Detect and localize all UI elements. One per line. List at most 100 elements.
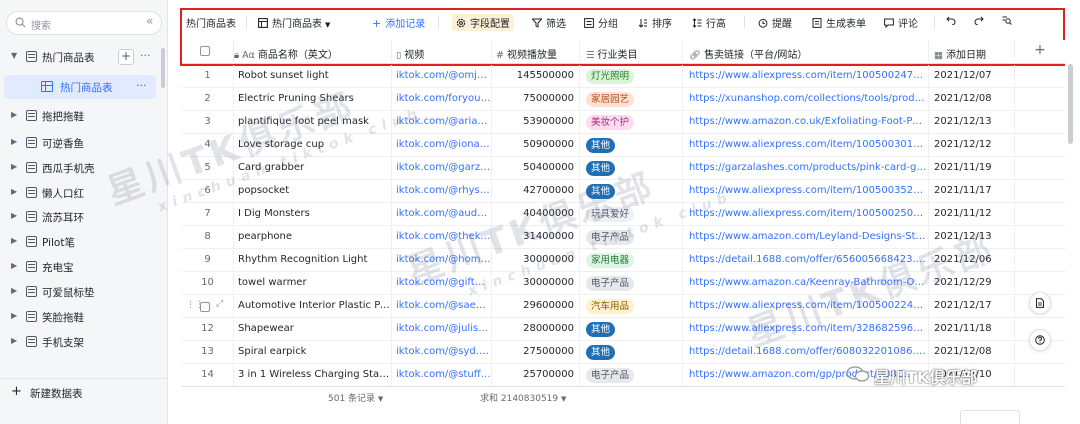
sidebar-item-table[interactable]: ▶ 懒人口红 — [0, 182, 166, 204]
sale-link-cell[interactable]: https://www.aliexpress.com/item/10050022… — [683, 295, 929, 318]
video-link-cell[interactable]: iktok.com/@homeh... — [392, 249, 492, 272]
plays-cell[interactable]: 53900000 — [492, 111, 580, 134]
add-column-button[interactable]: + — [1015, 40, 1065, 64]
comment-button[interactable]: 评论 — [884, 15, 918, 30]
plays-cell[interactable]: 145500000 — [492, 65, 580, 88]
table-row[interactable]: 13 Spiral earpick iktok.com/@syd.dd... 2750… — [182, 341, 1065, 364]
sale-link-cell[interactable]: https://xunanshop.com/collections/tools/… — [683, 88, 929, 111]
table-row[interactable]: 10 towel warmeriktok.com/@giftgen...30000… — [182, 272, 1065, 295]
caret-right-icon[interactable]: ▶ — [11, 336, 17, 345]
product-name-cell[interactable]: pearphone — [234, 226, 392, 249]
video-link-cell[interactable]: iktok.com/@iona95... — [392, 134, 492, 157]
product-name-cell[interactable]: Electric Pruning Shears — [234, 88, 392, 111]
sale-link-cell[interactable]: https://www.aliexpress.com/item/32868259… — [683, 318, 929, 341]
product-name-cell[interactable]: 3 in 1 Wireless Charging Station — [234, 364, 392, 386]
column-header-link[interactable]: 🔗︎ 售卖链接（平台/网站） — [683, 40, 929, 64]
sidebar-item-table[interactable]: ▶ 拖把拖鞋 — [0, 105, 166, 127]
row-checkbox[interactable] — [200, 302, 210, 312]
add-view-button[interactable]: + — [118, 49, 134, 65]
plays-cell[interactable]: 40400000 — [492, 203, 580, 226]
sale-link-cell[interactable]: https://www.amazon.co.uk/Exfoliating-Foo… — [683, 111, 929, 134]
sale-link-cell[interactable]: https://detail.1688.com/offer/6080322010… — [683, 341, 929, 364]
category-cell[interactable]: 其他 — [580, 318, 683, 341]
sidebar-view-active[interactable]: 热门商品表 ··· — [4, 75, 156, 99]
column-header-date[interactable]: ▦ 添加日期 — [929, 40, 1015, 64]
category-cell[interactable]: 玩具爱好 — [580, 203, 683, 226]
group-button[interactable]: 分组 — [584, 15, 618, 30]
product-name-cell[interactable]: Card grabber — [234, 157, 392, 180]
sale-link-cell[interactable]: https://www.amazon.com/Leyland-Designs-S… — [683, 226, 929, 249]
video-link-cell[interactable]: iktok.com/@syd.dd... — [392, 341, 492, 364]
table-row[interactable]: ⋮⋮ ⤢ Automotive Interior Plastic Part... ik… — [182, 295, 1065, 318]
table-row[interactable]: 7 I Dig Monsters iktok.com/@audrey... 40400… — [182, 203, 1065, 226]
caret-right-icon[interactable]: ▶ — [11, 211, 17, 220]
video-link-cell[interactable]: iktok.com/@thekat... — [392, 226, 492, 249]
table-row[interactable]: 12 Shapewear iktok.com/@julissa.... 2800000… — [182, 318, 1065, 341]
undo-button[interactable] — [946, 15, 960, 27]
table-row[interactable]: 5 Card grabberiktok.com/@garzala...504000… — [182, 157, 1065, 180]
product-name-cell[interactable]: towel warmer — [234, 272, 392, 295]
column-header-plays[interactable]: # 视频播放量 — [492, 40, 580, 64]
video-link-cell[interactable]: iktok.com/@omjcre... — [392, 65, 492, 88]
video-link-cell[interactable]: iktok.com/@arianal... — [392, 111, 492, 134]
date-cell[interactable]: 2021/12/06 — [929, 249, 1015, 272]
category-cell[interactable]: 灯光照明 — [580, 65, 683, 88]
date-cell[interactable]: 2021/12/29 — [929, 272, 1015, 295]
video-link-cell[interactable]: iktok.com/@giftgen... — [392, 272, 492, 295]
date-cell[interactable]: 2021/11/18 — [929, 318, 1015, 341]
product-name-cell[interactable]: Love storage cup — [234, 134, 392, 157]
date-cell[interactable]: 2021/12/07 — [929, 65, 1015, 88]
plays-cell[interactable]: 25700000 — [492, 364, 580, 386]
product-name-cell[interactable]: plantifique foot peel mask — [234, 111, 392, 134]
category-cell[interactable]: 汽车用品 — [580, 295, 683, 318]
table-row[interactable]: 8 pearphone iktok.com/@thekat... 31400000 电子… — [182, 226, 1065, 249]
product-name-cell[interactable]: Shapewear — [234, 318, 392, 341]
sidebar-item-table[interactable]: ▶ Pilot笔 — [0, 231, 166, 253]
date-cell[interactable]: 2021/12/13 — [929, 226, 1015, 249]
category-cell[interactable]: 家用电器 — [580, 249, 683, 272]
date-cell[interactable]: 2021/12/12 — [929, 134, 1015, 157]
breadcrumb-table[interactable]: 热门商品表 — [186, 15, 236, 30]
plays-cell[interactable]: 30000000 — [492, 249, 580, 272]
product-name-cell[interactable]: Robot sunset light — [234, 65, 392, 88]
date-cell[interactable]: 2021/12/13 — [929, 111, 1015, 134]
table-row[interactable]: 2 Electric Pruning Shears iktok.com/foryou… — [182, 88, 1065, 111]
expand-row-icon[interactable]: ⤢ — [216, 299, 223, 309]
table-row[interactable]: 9 Rhythm Recognition Light iktok.com/@home… — [182, 249, 1065, 272]
generate-form-button[interactable]: 生成表单 — [812, 15, 866, 30]
grid-scrollbar[interactable] — [1068, 64, 1073, 144]
date-cell[interactable]: 2021/12/17 — [929, 295, 1015, 318]
help-button[interactable] — [1029, 329, 1051, 351]
video-link-cell[interactable]: iktok.com/@saesiii/... — [392, 295, 492, 318]
column-header-video[interactable]: ▯ 视频 — [392, 40, 492, 64]
sale-link-cell[interactable]: https://www.amazon.ca/Keenray-Bathroom-O… — [683, 272, 929, 295]
reminder-button[interactable]: 提醒 — [758, 15, 792, 30]
video-link-cell[interactable]: iktok.com/@julissa.... — [392, 318, 492, 341]
category-cell[interactable]: 电子产品 — [580, 272, 683, 295]
date-cell[interactable]: 2021/12/08 — [929, 88, 1015, 111]
field-config-button[interactable]: 字段配置 — [452, 14, 514, 31]
sum-summary[interactable]: 求和 2140830519 ▼ — [480, 391, 566, 404]
table-row[interactable]: 4 Love storage cup iktok.com/@iona95... 509… — [182, 134, 1065, 157]
caret-right-icon[interactable]: ▶ — [11, 261, 17, 270]
sidebar-item-table[interactable]: ▶ 可逆香鱼 — [0, 132, 166, 154]
table-row[interactable]: 3 plantifique foot peel mask iktok.com/@ar… — [182, 111, 1065, 134]
caret-right-icon[interactable]: ▶ — [11, 311, 17, 320]
plays-cell[interactable]: 28000000 — [492, 318, 580, 341]
more-icon[interactable]: ··· — [140, 49, 151, 62]
document-button[interactable] — [1029, 292, 1051, 314]
product-name-cell[interactable]: Automotive Interior Plastic Part... — [234, 295, 392, 318]
sidebar-item-table[interactable]: ▶ 手机支架 — [0, 331, 166, 353]
video-link-cell[interactable]: iktok.com/foryou?is... — [392, 88, 492, 111]
plays-cell[interactable]: 50900000 — [492, 134, 580, 157]
sidebar-item-table[interactable]: ▶ 笑脸拖鞋 — [0, 306, 166, 328]
caret-down-icon[interactable]: ▼ — [11, 51, 17, 60]
sale-link-cell[interactable]: https://garzalashes.com/products/pink-ca… — [683, 157, 929, 180]
select-all-checkbox[interactable] — [200, 46, 210, 56]
column-header-category[interactable]: ☰ 行业类目 — [580, 40, 683, 64]
product-name-cell[interactable]: Rhythm Recognition Light — [234, 249, 392, 272]
plays-cell[interactable]: 42700000 — [492, 180, 580, 203]
sidebar-item-table[interactable]: ▶ 西瓜手机壳 — [0, 157, 166, 179]
video-link-cell[interactable]: iktok.com/@garzala... — [392, 157, 492, 180]
caret-right-icon[interactable]: ▶ — [11, 187, 17, 196]
